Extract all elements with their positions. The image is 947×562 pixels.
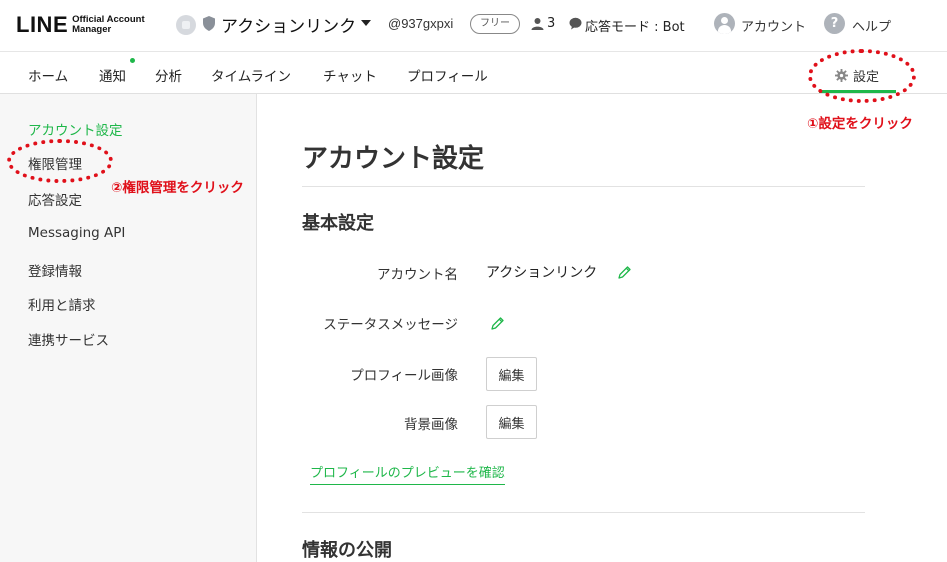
top-header: LINE Official Account Manager アクションリンク @… (0, 0, 947, 50)
basic-settings-heading: 基本設定 (302, 213, 374, 234)
profile-image-label: プロフィール画像 (350, 368, 458, 384)
logo-line-text: LINE (16, 12, 69, 37)
logo-subtitle: Official Account Manager (72, 15, 145, 35)
nav-tab-timeline[interactable]: タイムライン (211, 65, 291, 85)
nav-tab-home[interactable]: ホーム (28, 65, 68, 85)
sidebar-item-usage-billing[interactable]: 利用と請求 (28, 294, 96, 314)
shield-icon (203, 16, 215, 31)
notification-dot (130, 58, 135, 63)
account-id: @937gxpxi (388, 16, 454, 31)
section-divider (302, 512, 865, 513)
annotation-circle-permissions (7, 139, 113, 183)
annotation-circle-settings (808, 49, 916, 103)
profile-preview-link[interactable]: プロフィールのプレビューを確認 (310, 462, 505, 485)
annotation-step1-text: ①設定をクリック (807, 116, 913, 132)
help-icon[interactable]: ? (824, 13, 845, 34)
sidebar-item-account-settings[interactable]: アカウント設定 (28, 119, 123, 139)
sidebar-item-response-settings[interactable]: 応答設定 (28, 189, 82, 209)
sidebar-item-linked-services[interactable]: 連携サービス (28, 329, 109, 349)
friends-icon (531, 18, 544, 30)
chevron-down-icon[interactable] (361, 20, 371, 26)
friends-count: 3 (547, 16, 556, 31)
edit-profile-image-button[interactable]: 編集 (486, 357, 537, 391)
help-menu-link[interactable]: ヘルプ (852, 16, 891, 35)
status-message-label: ステータスメッセージ (323, 317, 458, 333)
edit-account-name-pencil-icon[interactable] (617, 265, 632, 280)
edit-background-image-button[interactable]: 編集 (486, 405, 537, 439)
sidebar-item-messaging-api[interactable]: Messaging API (28, 225, 125, 241)
title-divider (302, 186, 865, 187)
account-switcher-name[interactable]: アクションリンク (221, 12, 356, 37)
account-avatar-icon[interactable] (176, 15, 196, 35)
user-account-icon[interactable] (714, 13, 735, 34)
nav-tab-analytics[interactable]: 分析 (155, 65, 182, 85)
edit-status-message-pencil-icon[interactable] (490, 316, 505, 331)
main-nav: ホーム 通知 分析 タイムライン チャット プロフィール 設定 (0, 51, 947, 94)
line-oa-manager-logo[interactable]: LINE Official Account Manager (16, 12, 145, 38)
plan-badge: フリー (470, 14, 520, 34)
nav-tab-notifications[interactable]: 通知 (99, 65, 126, 85)
response-mode-status[interactable]: 応答モード : Bot (585, 16, 685, 35)
account-name-value: アクションリンク (486, 265, 598, 281)
logo-subtitle-line2: Manager (72, 24, 112, 35)
sidebar-item-registration-info[interactable]: 登録情報 (28, 260, 82, 280)
nav-tab-chat[interactable]: チャット (323, 65, 377, 85)
account-menu-link[interactable]: アカウント (741, 16, 806, 35)
annotation-step2-text: ②権限管理をクリック (111, 180, 244, 196)
chat-bubble-icon (569, 17, 582, 30)
background-image-label: 背景画像 (404, 417, 458, 433)
nav-tab-profile[interactable]: プロフィール (407, 65, 488, 85)
info-disclosure-heading: 情報の公開 (302, 540, 392, 561)
account-name-label: アカウント名 (377, 267, 458, 283)
page-title: アカウント設定 (302, 144, 485, 174)
